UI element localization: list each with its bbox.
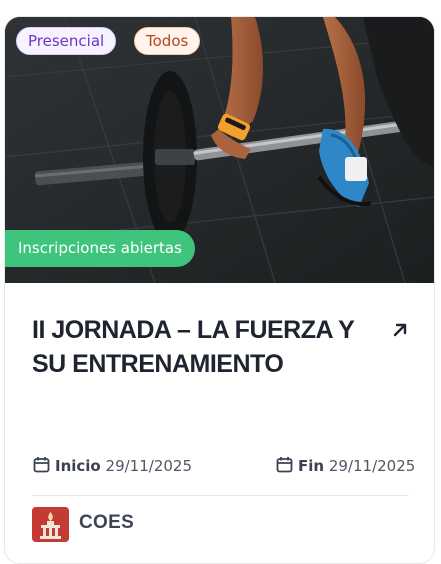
- status-badge: Inscripciones abiertas: [5, 230, 195, 267]
- end-date: Fin 29/11/2025: [276, 455, 415, 477]
- arrow-up-right-icon[interactable]: [391, 321, 409, 339]
- torch-logo-icon: [32, 507, 69, 542]
- calendar-icon: [33, 457, 50, 473]
- tag-todos[interactable]: Todos: [134, 27, 201, 55]
- start-date: Inicio 29/11/2025: [33, 455, 192, 477]
- calendar-icon: [276, 457, 293, 473]
- end-date-label: Fin: [298, 457, 325, 475]
- start-date-label: Inicio: [55, 457, 101, 475]
- divider: [32, 495, 409, 496]
- tag-presencial[interactable]: Presencial: [16, 27, 117, 55]
- event-cover-image: Presencial Todos Inscripciones abiertas: [5, 17, 434, 283]
- event-title[interactable]: II JORNADA – LA FUERZA Y SU ENTRENAMIENT…: [32, 313, 372, 381]
- organizer-name[interactable]: COES: [79, 512, 134, 534]
- event-card[interactable]: Presencial Todos Inscripciones abiertas …: [4, 16, 435, 564]
- start-date-value: 29/11/2025: [105, 457, 192, 475]
- end-date-value: 29/11/2025: [328, 457, 416, 475]
